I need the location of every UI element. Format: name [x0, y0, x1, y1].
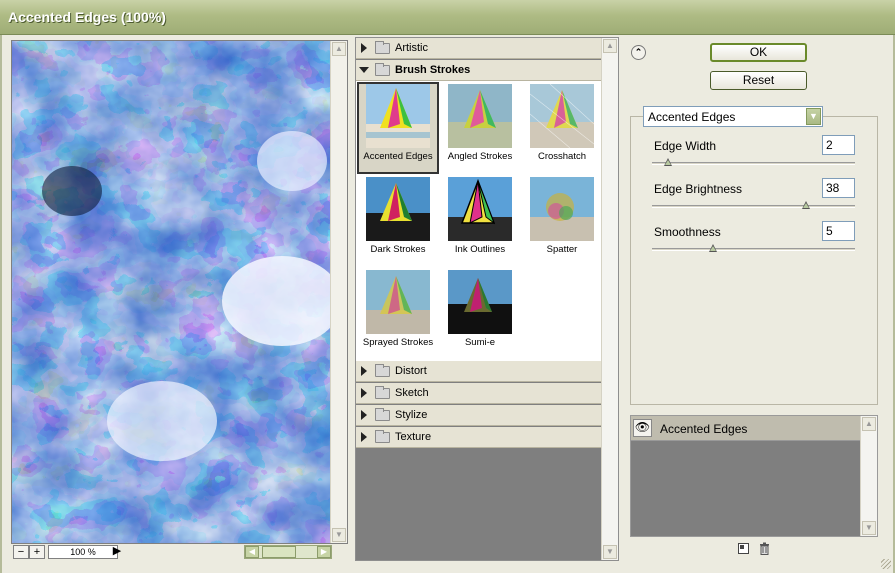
edge-brightness-slider[interactable]	[652, 205, 855, 208]
ok-button[interactable]: OK	[710, 43, 807, 62]
category-label: Stylize	[395, 409, 428, 421]
category-label: Distort	[395, 365, 427, 377]
edge-brightness-input[interactable]: 38	[822, 178, 855, 198]
filter-gallery: Artistic Brush Strokes Accented Edges An…	[355, 37, 619, 561]
thumbnail-image	[530, 177, 594, 241]
layers-scrollbar[interactable]: ▲ ▼	[860, 416, 877, 536]
preview-controls: − + 100 % ▶ ◀ ▶	[11, 544, 348, 561]
collapse-gallery-button[interactable]: ⌃	[631, 45, 646, 60]
gallery-scrollbar[interactable]: ▲ ▼	[601, 38, 618, 560]
scroll-thumb[interactable]	[262, 546, 296, 558]
category-label: Brush Strokes	[395, 64, 471, 76]
edge-brightness-label: Edge Brightness	[654, 182, 743, 196]
thumbnail-image	[448, 177, 512, 241]
edge-brightness-slider-knob[interactable]	[802, 201, 811, 209]
thumbnail-label: Dark Strokes	[370, 244, 426, 255]
scroll-down-icon[interactable]: ▼	[332, 528, 346, 542]
edge-width-slider[interactable]	[652, 162, 855, 165]
edge-width-label: Edge Width	[654, 139, 717, 153]
smoothness-label: Smoothness	[654, 225, 721, 239]
thumbnail-label: Angled Strokes	[447, 151, 513, 162]
thumbnail-angled-strokes[interactable]: Angled Strokes	[439, 82, 521, 174]
scroll-down-icon[interactable]: ▼	[603, 545, 617, 559]
smoothness-input[interactable]: 5	[822, 221, 855, 241]
resize-grip-icon[interactable]	[881, 559, 891, 569]
thumbnail-sumi-e[interactable]: Sumi-e	[439, 268, 521, 360]
category-brush-strokes[interactable]: Brush Strokes	[356, 60, 603, 81]
thumbnail-grid: Accented Edges Angled Strokes Crosshatch	[356, 81, 603, 361]
category-texture[interactable]: Texture	[356, 427, 603, 448]
thumbnail-sprayed-strokes[interactable]: Sprayed Strokes	[357, 268, 439, 360]
scroll-up-icon[interactable]: ▲	[862, 417, 876, 431]
thumbnail-image	[366, 177, 430, 241]
thumbnail-label: Spatter	[546, 244, 578, 255]
thumbnail-accented-edges[interactable]: Accented Edges	[357, 82, 439, 174]
chevron-down-icon[interactable]: ▼	[806, 108, 821, 125]
folder-open-icon	[375, 63, 390, 76]
thumbnail-label: Sumi-e	[464, 337, 496, 348]
category-artistic[interactable]: Artistic	[356, 38, 603, 59]
scroll-left-icon[interactable]: ◀	[245, 546, 259, 558]
edge-width-slider-knob[interactable]	[664, 158, 673, 166]
category-label: Texture	[395, 431, 432, 443]
thumbnail-image	[530, 84, 594, 148]
window-title: Accented Edges (100%)	[8, 9, 166, 25]
scroll-right-icon[interactable]: ▶	[317, 546, 331, 558]
thumbnail-dark-strokes[interactable]: Dark Strokes	[357, 175, 439, 267]
eye-icon[interactable]: 👁	[633, 419, 652, 437]
edge-width-input[interactable]: 2	[822, 135, 855, 155]
expand-triangle-icon	[361, 43, 367, 53]
folder-icon	[375, 386, 390, 399]
thumbnail-image	[448, 84, 512, 148]
title-bar[interactable]: Accented Edges (100%)	[0, 0, 895, 35]
filter-select[interactable]: Accented Edges ▼	[643, 106, 823, 127]
filter-select-value: Accented Edges	[648, 110, 736, 124]
thumbnail-crosshatch[interactable]: Crosshatch	[521, 82, 603, 174]
thumbnail-spatter[interactable]: Spatter	[521, 175, 603, 267]
preview-image	[12, 41, 332, 543]
folder-icon	[375, 41, 390, 54]
folder-icon	[375, 430, 390, 443]
folder-icon	[375, 364, 390, 377]
scroll-down-icon[interactable]: ▼	[862, 521, 876, 535]
scroll-up-icon[interactable]: ▲	[603, 39, 617, 53]
folder-icon	[375, 408, 390, 421]
thumbnail-label: Crosshatch	[537, 151, 587, 162]
expand-triangle-icon	[361, 388, 367, 398]
preview-horizontal-scrollbar[interactable]: ◀ ▶	[244, 545, 332, 559]
effect-layer-row[interactable]: 👁 Accented Edges	[631, 416, 862, 441]
category-label: Artistic	[395, 42, 428, 54]
expand-triangle-icon	[361, 366, 367, 376]
zoom-value[interactable]: 100 %	[48, 545, 118, 559]
smoothness-slider-knob[interactable]	[708, 244, 717, 252]
category-distort[interactable]: Distort	[356, 361, 603, 382]
preview-area[interactable]: ▲ ▼	[11, 40, 348, 544]
zoom-menu-icon[interactable]: ▶	[109, 545, 125, 559]
category-label: Sketch	[395, 387, 429, 399]
collapse-triangle-icon	[359, 67, 369, 73]
preview-vertical-scrollbar[interactable]: ▲ ▼	[330, 41, 347, 543]
category-sketch[interactable]: Sketch	[356, 383, 603, 404]
thumbnail-label: Accented Edges	[363, 151, 433, 162]
thumbnail-image	[448, 270, 512, 334]
zoom-out-button[interactable]: −	[13, 545, 29, 559]
thumbnail-label: Ink Outlines	[454, 244, 506, 255]
thumbnail-image	[366, 270, 430, 334]
thumbnail-label: Sprayed Strokes	[362, 337, 434, 348]
effect-layers-panel: 👁 Accented Edges ▲ ▼	[630, 415, 878, 537]
thumbnail-ink-outlines[interactable]: Ink Outlines	[439, 175, 521, 267]
scroll-up-icon[interactable]: ▲	[332, 42, 346, 56]
new-effect-layer-icon[interactable]	[738, 543, 749, 554]
zoom-in-button[interactable]: +	[29, 545, 45, 559]
reset-button[interactable]: Reset	[710, 71, 807, 90]
category-stylize[interactable]: Stylize	[356, 405, 603, 426]
effect-layer-label: Accented Edges	[660, 422, 748, 436]
smoothness-slider[interactable]	[652, 248, 855, 251]
trash-icon[interactable]	[759, 542, 770, 555]
expand-triangle-icon	[361, 410, 367, 420]
expand-triangle-icon	[361, 432, 367, 442]
thumbnail-image	[366, 84, 430, 148]
